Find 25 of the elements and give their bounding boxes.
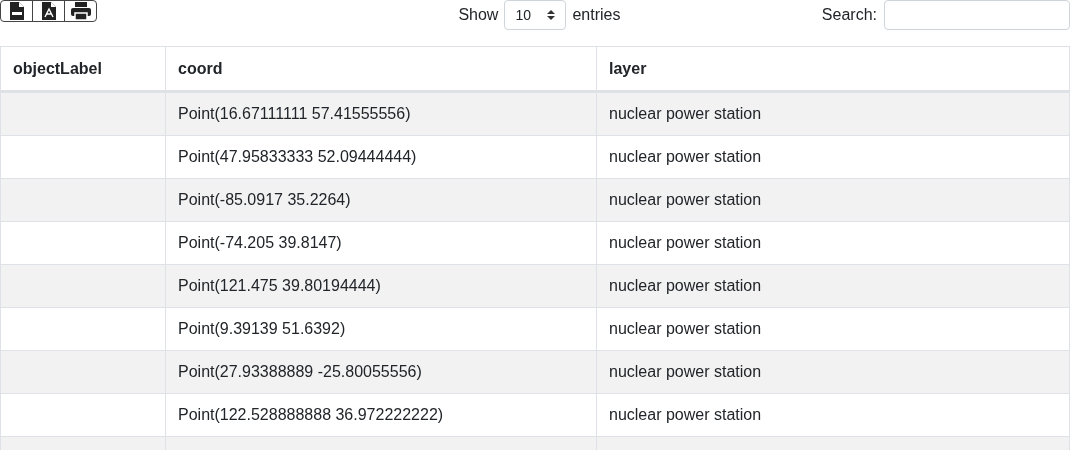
table-cell: Point(122.528888888 36.972222222): [165, 393, 597, 437]
table-cell: nuclear power station: [596, 264, 1070, 308]
table-cell: Point(27.93388889 -25.80055556): [165, 350, 597, 394]
table-cell: nuclear power station: [596, 350, 1070, 394]
table-cell: Point(16.67111111 57.41555556): [165, 91, 597, 136]
sort-caret-icon: [547, 9, 556, 21]
table-cell: Point(9.39139 51.6392): [165, 307, 597, 351]
table-cell: nuclear power station: [596, 178, 1070, 222]
table-cell: nuclear power station: [596, 221, 1070, 265]
show-label: Show: [458, 6, 499, 24]
table-cell: Point(47.95833333 52.09444444): [165, 135, 597, 179]
table-cell: nuclear power station: [596, 91, 1070, 136]
pdf-file-icon: [41, 2, 56, 20]
table-cell: Point(-74.205 39.8147): [165, 221, 597, 265]
search-field[interactable]: [884, 0, 1070, 30]
table-cell: nuclear power station: [596, 307, 1070, 351]
entries-label: entries: [572, 6, 621, 24]
table-cell: Point(-85.0917 35.2264): [165, 178, 597, 222]
print-icon: [70, 2, 91, 20]
table-cell: nuclear power station: [596, 135, 1070, 179]
search-label: Search:: [821, 6, 877, 24]
table-cell: Point(121.475 39.80194444): [165, 264, 597, 308]
entries-select[interactable]: 10: [504, 0, 567, 30]
table-cell: nuclear power station: [596, 393, 1070, 437]
csv-file-icon: [9, 2, 24, 20]
